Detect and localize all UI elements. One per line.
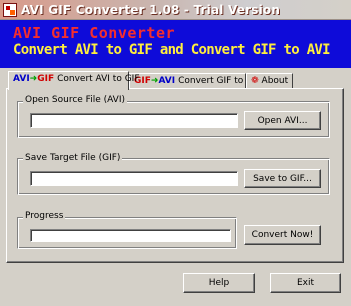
- tab-label: About: [261, 76, 289, 86]
- convert-now-button[interactable]: Convert Now!: [244, 225, 321, 245]
- open-avi-button[interactable]: Open AVI...: [244, 111, 321, 130]
- target-file-input[interactable]: [31, 172, 237, 185]
- progress-label: Progress: [23, 211, 66, 221]
- banner-title: AVI GIF Converter: [13, 24, 176, 42]
- gif-to-avi-icon: GIF➜AVI: [134, 76, 176, 86]
- help-button[interactable]: Help: [183, 273, 255, 293]
- tab-label: Convert AVI to GIF: [57, 74, 140, 84]
- save-to-gif-button[interactable]: Save to GIF...: [244, 169, 321, 188]
- tab-about[interactable]: ❁ About: [246, 73, 293, 89]
- tab-convert-avi-to-gif[interactable]: AVI➜GIF Convert AVI to GIF: [8, 71, 140, 90]
- source-file-field[interactable]: [30, 113, 238, 128]
- progress-bar: [30, 229, 231, 242]
- avi-to-gif-icon: AVI➜GIF: [13, 74, 55, 84]
- source-file-label: Open Source File (AVI): [23, 95, 128, 105]
- banner: AVI GIF Converter Convert AVI to GIF and…: [0, 20, 351, 68]
- about-icon: ❁: [251, 76, 259, 86]
- source-file-input[interactable]: [31, 114, 237, 127]
- tab-convert-gif-to-avi[interactable]: GIF➜AVI Convert GIF to AVI: [129, 73, 261, 89]
- target-file-field[interactable]: [30, 171, 238, 186]
- title-bar[interactable]: AVI GIF Converter 1.08 - Trial Version: [0, 0, 351, 20]
- window-title: AVI GIF Converter 1.08 - Trial Version: [21, 3, 281, 17]
- exit-button[interactable]: Exit: [270, 273, 341, 293]
- app-icon: [3, 3, 17, 17]
- target-file-label: Save Target File (GIF): [23, 153, 123, 163]
- banner-subtitle: Convert AVI to GIF and Convert GIF to AV…: [13, 42, 331, 58]
